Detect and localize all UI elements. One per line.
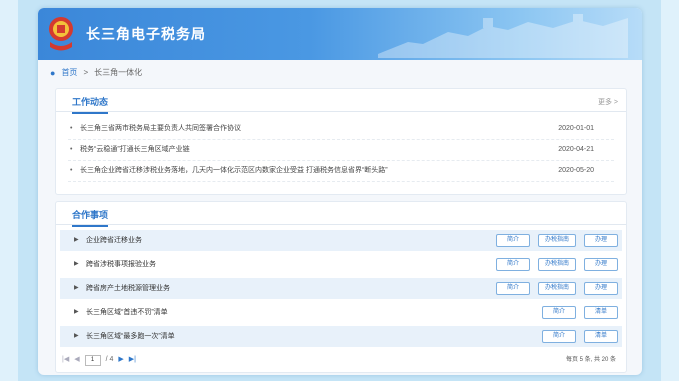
coop-row-actions: 简介 清单: [542, 330, 618, 343]
news-item-date: 2020-04-21: [558, 146, 594, 153]
site-title: 长三角电子税务局: [86, 27, 206, 43]
breadcrumb: ● 首页 > 长三角一体化: [50, 67, 142, 78]
bullet-icon: •: [70, 125, 73, 132]
coop-row-actions: 简介 办税指南 办理: [495, 258, 618, 271]
bullet-icon: •: [70, 146, 73, 153]
news-item[interactable]: • 长三角企业跨省迁移涉税业务落地，几天内一体化示范区内数家企业受益 打通税务信…: [68, 161, 614, 182]
triangle-right-icon: ▶: [74, 261, 79, 267]
coop-row-label[interactable]: 跨省涉税事项报验业务: [86, 254, 156, 275]
news-item-date: 2020-01-01: [558, 125, 594, 132]
coop-row[interactable]: ▶ 企业跨省迁移业务 简介 办税指南 办理: [60, 230, 622, 251]
news-item-text[interactable]: 长三角三省两市税务局主要负责人共同签署合作协议: [80, 119, 241, 139]
last-page-icon[interactable]: ▶|: [129, 352, 136, 368]
coop-list: ▶ 企业跨省迁移业务 简介 办税指南 办理 ▶ 跨省涉税事项报验业务 简介 办税…: [56, 230, 626, 350]
guide-button[interactable]: 办税指南: [537, 258, 576, 271]
pagination-summary: 每页 5 条, 共 20 条: [565, 357, 616, 363]
coop-row-actions: 简介 办税指南 办理: [495, 282, 618, 295]
coop-row[interactable]: ▶ 长三角区域“最多跑一次”清单 简介 清单: [60, 326, 622, 347]
intro-button[interactable]: 简介: [542, 306, 576, 319]
tax-emblem-icon: [49, 17, 73, 51]
breadcrumb-current: 长三角一体化: [94, 68, 143, 77]
coop-card-header: 合作事项: [56, 202, 626, 227]
great-wall-decoration: [378, 14, 628, 58]
breadcrumb-home-link[interactable]: 首页: [61, 67, 77, 78]
prev-page-icon[interactable]: ◀: [74, 352, 79, 368]
news-item[interactable]: • 税务“云稳通”打通长三角区域产业链 2020-04-21: [68, 140, 614, 161]
coop-row-label[interactable]: 企业跨省迁移业务: [86, 230, 142, 251]
location-pin-icon: ●: [50, 67, 56, 78]
triangle-right-icon: ▶: [74, 309, 79, 315]
news-item-date: 2020-05-20: [558, 167, 594, 174]
coop-row[interactable]: ▶ 跨省房产土地税源管理业务 简介 办税指南 办理: [60, 278, 622, 299]
coop-row-actions: 简介 清单: [542, 306, 618, 319]
coop-row-actions: 简介 办税指南 办理: [495, 234, 618, 247]
guide-button[interactable]: 办税指南: [537, 282, 576, 295]
pagination: |◀ ◀ 1 / 4 ▶ ▶| 每页 5 条, 共 20 条: [56, 352, 626, 368]
coop-card: 合作事项 ▶ 企业跨省迁移业务 简介 办税指南 办理 ▶ 跨省涉税事项报验业务 …: [55, 201, 627, 373]
pagination-nav: |◀ ◀ 1 / 4 ▶ ▶|: [62, 352, 136, 368]
coop-row[interactable]: ▶ 跨省涉税事项报验业务 简介 办税指南 办理: [60, 254, 622, 275]
header-banner: 长三角电子税务局: [38, 8, 642, 60]
main-panel: 长三角电子税务局 ● 首页 > 长三角一体化 工作动态 更多 > • 长三角三省…: [38, 8, 642, 375]
coop-row[interactable]: ▶ 长三角区域“首违不罚”清单 简介 清单: [60, 302, 622, 323]
news-item-text[interactable]: 长三角企业跨省迁移涉税业务落地，几天内一体化示范区内数家企业受益 打通税务信息省…: [80, 161, 388, 181]
news-item-text[interactable]: 税务“云稳通”打通长三角区域产业链: [80, 140, 190, 160]
first-page-icon[interactable]: |◀: [62, 352, 69, 368]
news-section-title: 工作动态: [72, 95, 109, 114]
news-card-header: 工作动态 更多 >: [56, 89, 626, 114]
handle-button[interactable]: 办理: [584, 258, 618, 271]
intro-button[interactable]: 简介: [495, 282, 530, 295]
intro-button[interactable]: 简介: [495, 234, 530, 247]
intro-button[interactable]: 简介: [542, 330, 576, 343]
total-pages: / 4: [105, 356, 114, 363]
breadcrumb-separator: >: [83, 68, 89, 77]
news-item[interactable]: • 长三角三省两市税务局主要负责人共同签署合作协议 2020-01-01: [68, 119, 614, 140]
guide-button[interactable]: 办税指南: [537, 234, 576, 247]
intro-button[interactable]: 简介: [495, 258, 530, 271]
coop-row-label[interactable]: 长三角区域“最多跑一次”清单: [86, 326, 175, 347]
handle-button[interactable]: 办理: [584, 282, 618, 295]
list-button[interactable]: 清单: [584, 330, 618, 343]
bullet-icon: •: [70, 167, 73, 174]
list-button[interactable]: 清单: [584, 306, 618, 319]
triangle-right-icon: ▶: [74, 285, 79, 291]
next-page-icon[interactable]: ▶: [118, 352, 123, 368]
news-list: • 长三角三省两市税务局主要负责人共同签署合作协议 2020-01-01 • 税…: [56, 119, 626, 182]
coop-row-label[interactable]: 长三角区域“首违不罚”清单: [86, 302, 168, 323]
page-number-input[interactable]: 1: [84, 354, 101, 366]
coop-section-title: 合作事项: [72, 208, 109, 227]
news-card: 工作动态 更多 > • 长三角三省两市税务局主要负责人共同签署合作协议 2020…: [55, 88, 627, 195]
handle-button[interactable]: 办理: [584, 234, 618, 247]
more-link[interactable]: 更多 >: [598, 97, 618, 107]
triangle-right-icon: ▶: [74, 333, 79, 339]
coop-row-label[interactable]: 跨省房产土地税源管理业务: [86, 278, 170, 299]
triangle-right-icon: ▶: [74, 237, 79, 243]
